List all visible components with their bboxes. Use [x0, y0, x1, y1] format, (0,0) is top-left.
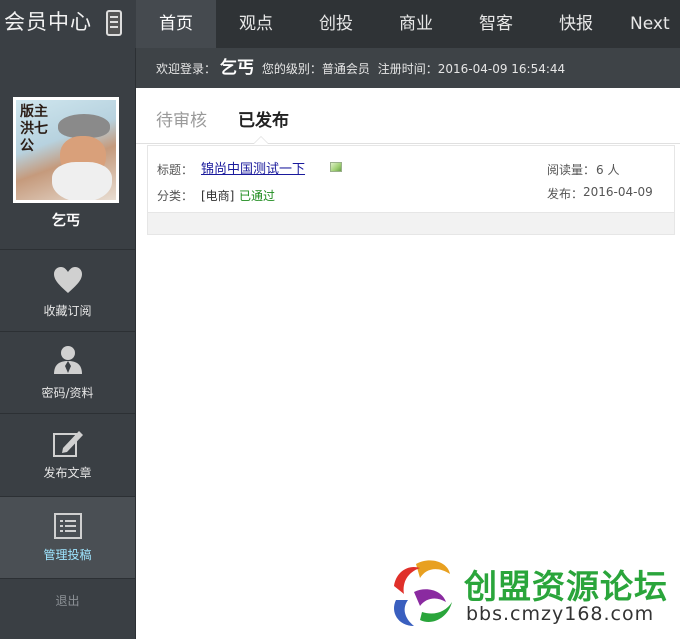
publish-date: 2016-04-09: [583, 185, 653, 199]
status-badge: 已通过: [239, 189, 276, 203]
tab-published[interactable]: 已发布: [238, 106, 289, 131]
article-title-link[interactable]: 锦尚中国测试一下: [201, 158, 305, 177]
sidebar-item-favorites[interactable]: 收藏订阅: [0, 249, 135, 331]
article-tabs: 待审核 已发布: [136, 88, 680, 144]
level-value: 普通会员: [321, 62, 370, 76]
sidebar-item-password[interactable]: 密码/资料: [0, 331, 135, 413]
views-value: 6 人: [596, 163, 620, 177]
publish-label: 发布：: [547, 187, 584, 201]
article-card: 标题： 锦尚中国测试一下 分类： [电商] 已通过 阅读量： 6 人 发布： 2…: [147, 145, 675, 213]
avatar[interactable]: 版主洪七公: [13, 97, 119, 203]
heart-icon: [53, 267, 82, 293]
sidebar-item-label: 发布文章: [43, 466, 92, 480]
reg-time: 2016-04-09 16:54:44: [437, 62, 566, 76]
profile-name: 乞丐: [52, 213, 80, 229]
manage-icon[interactable]: [106, 10, 122, 36]
welcome-label: 欢迎登录：: [156, 62, 217, 76]
image-icon: [330, 162, 342, 172]
brand: 会员中心: [0, 0, 136, 48]
article-category: [电商]: [201, 189, 235, 203]
edit-icon: [52, 431, 83, 457]
avatar-seal-text: 版主洪七公: [20, 104, 48, 154]
sidebar-item-publish[interactable]: 发布文章: [0, 413, 135, 495]
level-label: 您的级别：: [261, 62, 322, 76]
welcome-bar: 欢迎登录： 乞丐 您的级别：普通会员 注册时间：2016-04-09 16:54:…: [136, 48, 680, 88]
views-label: 阅读量：: [547, 163, 596, 177]
sidebar-item-label: 收藏订阅: [43, 304, 92, 318]
sidebar-item-label: 密码/资料: [41, 386, 94, 400]
top-nav: 会员中心 首页 观点 创投 商业 智客 快报 Next: [0, 0, 680, 48]
nav-opinion[interactable]: 观点: [216, 0, 296, 48]
watermark-logo-icon: [394, 560, 452, 626]
nav-venture[interactable]: 创投: [296, 0, 376, 48]
sidebar-item-label: 管理投稿: [43, 548, 92, 562]
nav-home[interactable]: 首页: [136, 0, 216, 48]
list-icon: [53, 513, 82, 539]
nav-next[interactable]: Next: [630, 0, 680, 48]
avatar-hat: [58, 114, 110, 138]
tab-caret-icon: [253, 136, 269, 144]
nav-zhike[interactable]: 智客: [456, 0, 536, 48]
avatar-image: 版主洪七公: [16, 100, 116, 200]
sidebar: 版主洪七公 乞丐 收藏订阅 密码/资料 发布文章 管理投稿 退出: [0, 48, 136, 639]
logout-button[interactable]: 退出: [0, 578, 135, 639]
tab-pending[interactable]: 待审核: [156, 106, 207, 131]
reg-label: 注册时间：: [377, 62, 438, 76]
sidebar-item-manage[interactable]: 管理投稿: [0, 496, 135, 578]
user-icon: [53, 346, 82, 374]
nav-flash[interactable]: 快报: [536, 0, 616, 48]
avatar-beard: [52, 162, 112, 200]
category-label: 分类：: [157, 189, 194, 203]
nav-business[interactable]: 商业: [376, 0, 456, 48]
watermark-title: 创盟资源论坛: [464, 567, 668, 606]
title-label: 标题：: [157, 163, 194, 177]
watermark-url: bbs.cmzy168.com: [466, 603, 655, 625]
brand-title: 会员中心: [4, 10, 92, 34]
welcome-username: 乞丐: [220, 58, 255, 78]
card-footer: [147, 213, 675, 235]
